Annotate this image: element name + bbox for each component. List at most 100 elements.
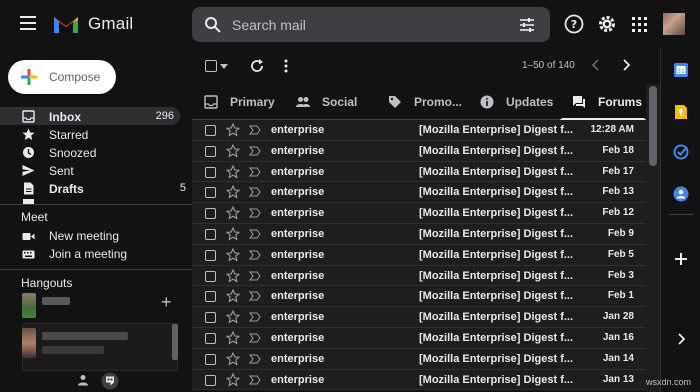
avatar[interactable] bbox=[663, 13, 685, 35]
table-row[interactable]: enterprise [Mozilla Enterprise] Digest f.… bbox=[192, 182, 646, 204]
row-checkbox[interactable] bbox=[205, 270, 216, 282]
star-icon[interactable] bbox=[226, 330, 240, 345]
help-icon[interactable]: ? bbox=[563, 13, 585, 35]
table-row[interactable]: enterprise [Mozilla Enterprise] Digest f.… bbox=[192, 120, 646, 141]
settings-icon[interactable] bbox=[596, 13, 618, 35]
table-row[interactable]: enterprise [Mozilla Enterprise] Digest f.… bbox=[192, 286, 646, 308]
star-icon[interactable] bbox=[226, 310, 240, 324]
hangouts-contact-avatar[interactable] bbox=[22, 328, 36, 358]
chevron-right-icon[interactable] bbox=[673, 331, 689, 347]
hangouts-contact-name[interactable] bbox=[42, 297, 70, 305]
star-icon[interactable] bbox=[226, 164, 240, 179]
row-checkbox[interactable] bbox=[205, 249, 216, 261]
select-all-checkbox[interactable] bbox=[205, 60, 217, 72]
sidebar-item-drafts[interactable]: Drafts 5 bbox=[0, 179, 192, 197]
row-checkbox[interactable] bbox=[205, 291, 216, 303]
star-icon[interactable] bbox=[226, 351, 240, 366]
table-row[interactable]: enterprise [Mozilla Enterprise] Digest f.… bbox=[192, 140, 646, 162]
search-icon[interactable] bbox=[204, 16, 222, 34]
calendar-icon[interactable]: 31 bbox=[673, 62, 689, 78]
table-row[interactable]: enterprise [Mozilla Enterprise] Digest f.… bbox=[192, 307, 646, 328]
sidebar-item-inbox[interactable]: Inbox 296 bbox=[0, 107, 180, 125]
contacts-icon[interactable] bbox=[673, 186, 689, 202]
important-icon[interactable] bbox=[249, 146, 261, 156]
row-checkbox[interactable] bbox=[205, 166, 216, 178]
hangouts-contact-name[interactable] bbox=[42, 332, 128, 340]
important-icon[interactable] bbox=[249, 354, 261, 364]
table-row[interactable]: enterprise [Mozilla Enterprise] Digest f.… bbox=[192, 161, 646, 183]
refresh-icon[interactable] bbox=[249, 58, 265, 74]
important-icon[interactable] bbox=[249, 167, 261, 177]
hangouts-chat-icon[interactable] bbox=[101, 372, 119, 390]
sidebar-item-sent[interactable]: Sent bbox=[0, 161, 192, 179]
tab-primary[interactable]: Primary bbox=[192, 84, 284, 120]
hangouts-scrollbar[interactable] bbox=[172, 324, 178, 360]
new-meeting-item[interactable]: New meeting bbox=[0, 227, 192, 245]
sidebar-item-starred[interactable]: Starred bbox=[0, 125, 192, 143]
important-icon[interactable] bbox=[249, 187, 261, 197]
list-scrollbar-thumb[interactable] bbox=[649, 86, 657, 166]
table-row[interactable]: enterprise [Mozilla Enterprise] Digest f.… bbox=[192, 203, 646, 224]
row-checkbox[interactable] bbox=[205, 332, 216, 344]
table-row[interactable]: enterprise [Mozilla Enterprise] Digest f.… bbox=[192, 244, 646, 266]
row-checkbox[interactable] bbox=[205, 312, 216, 324]
person-icon[interactable] bbox=[77, 374, 89, 386]
keep-icon[interactable] bbox=[673, 104, 689, 120]
important-icon[interactable] bbox=[249, 312, 261, 322]
star-icon[interactable] bbox=[226, 123, 240, 137]
table-row[interactable]: enterprise [Mozilla Enterprise] Digest f.… bbox=[192, 223, 646, 245]
star-icon[interactable] bbox=[226, 289, 240, 304]
hangouts-avatar[interactable] bbox=[22, 293, 36, 318]
important-icon[interactable] bbox=[249, 250, 261, 260]
important-icon[interactable] bbox=[249, 208, 261, 218]
tab-promotions[interactable]: Promo... bbox=[376, 84, 468, 120]
important-icon[interactable] bbox=[249, 229, 261, 239]
tasks-icon[interactable] bbox=[673, 144, 689, 160]
sidebar-item-snoozed[interactable]: Snoozed bbox=[0, 143, 192, 161]
row-checkbox[interactable] bbox=[205, 374, 216, 386]
table-row[interactable]: enterprise [Mozilla Enterprise] Digest f.… bbox=[192, 369, 646, 391]
tab-updates[interactable]: Updates bbox=[468, 84, 560, 120]
tune-icon[interactable] bbox=[518, 16, 536, 34]
join-meeting-item[interactable]: Join a meeting bbox=[0, 245, 192, 263]
star-icon[interactable] bbox=[226, 185, 240, 200]
search-box[interactable] bbox=[192, 7, 550, 42]
important-icon[interactable] bbox=[249, 291, 261, 301]
add-hangout-icon[interactable]: + bbox=[161, 293, 172, 311]
add-addon-icon[interactable] bbox=[673, 251, 689, 267]
compose-button[interactable]: Compose bbox=[8, 60, 116, 94]
row-checkbox[interactable] bbox=[205, 208, 216, 220]
row-checkbox[interactable] bbox=[205, 125, 216, 136]
row-checkbox[interactable] bbox=[205, 353, 216, 365]
star-icon[interactable] bbox=[226, 226, 240, 241]
star-icon[interactable] bbox=[226, 268, 240, 283]
table-row[interactable]: enterprise [Mozilla Enterprise] Digest f.… bbox=[192, 348, 646, 370]
chevron-right-icon[interactable] bbox=[619, 58, 633, 72]
meet-title: Meet bbox=[21, 210, 48, 224]
table-row[interactable]: enterprise [Mozilla Enterprise] Digest f.… bbox=[192, 265, 646, 287]
chevron-left-icon[interactable] bbox=[589, 58, 603, 72]
email-sender: enterprise bbox=[271, 207, 325, 220]
menu-icon[interactable] bbox=[20, 16, 36, 30]
important-icon[interactable] bbox=[249, 375, 261, 385]
forum-icon bbox=[573, 96, 585, 108]
star-icon[interactable] bbox=[226, 247, 240, 262]
apps-icon[interactable] bbox=[628, 13, 650, 35]
important-icon[interactable] bbox=[249, 271, 261, 281]
more-options-icon[interactable] bbox=[278, 58, 294, 74]
important-icon[interactable] bbox=[249, 333, 261, 343]
chevron-down-icon[interactable] bbox=[220, 64, 228, 69]
tab-social[interactable]: Social bbox=[284, 84, 376, 120]
search-input[interactable] bbox=[232, 15, 492, 35]
tab-forums[interactable]: Forums bbox=[560, 84, 646, 121]
table-row[interactable]: enterprise [Mozilla Enterprise] Digest f.… bbox=[192, 327, 646, 349]
row-checkbox[interactable] bbox=[205, 187, 216, 199]
row-checkbox[interactable] bbox=[205, 145, 216, 157]
gmail-logo[interactable] bbox=[52, 13, 80, 35]
star-icon[interactable] bbox=[226, 372, 240, 387]
important-icon[interactable] bbox=[249, 125, 261, 135]
star-icon[interactable] bbox=[226, 206, 240, 220]
email-date: Feb 18 bbox=[602, 144, 634, 156]
star-icon[interactable] bbox=[226, 143, 240, 158]
row-checkbox[interactable] bbox=[205, 228, 216, 240]
